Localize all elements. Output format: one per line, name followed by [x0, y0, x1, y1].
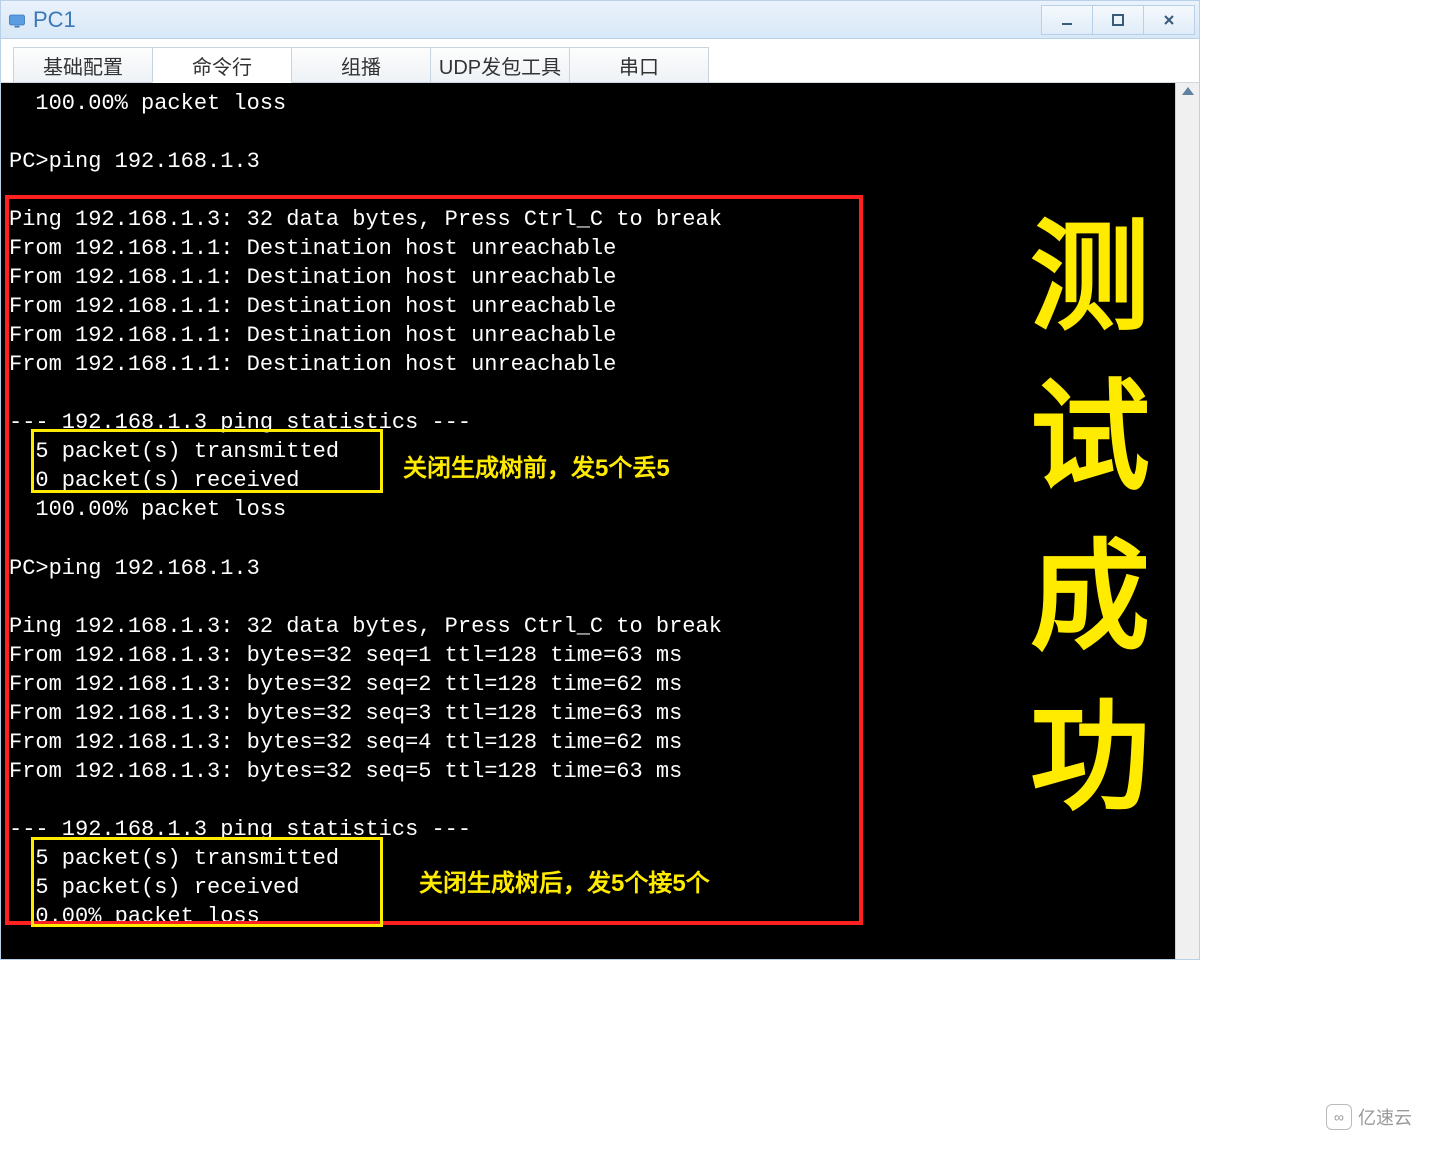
watermark: ∞ 亿速云	[1326, 1104, 1412, 1130]
tabbar: 基础配置 命令行 组播 UDP发包工具 串口	[1, 39, 1199, 83]
scroll-up-icon[interactable]	[1182, 87, 1194, 95]
watermark-icon: ∞	[1326, 1104, 1352, 1130]
minimize-button[interactable]	[1041, 5, 1093, 35]
tab-serial[interactable]: 串口	[569, 47, 709, 83]
tab-multicast[interactable]: 组播	[291, 47, 431, 83]
tab-udp-tool[interactable]: UDP发包工具	[430, 47, 570, 83]
terminal-wrap: 100.00% packet loss PC>ping 192.168.1.3 …	[1, 83, 1199, 959]
titlebar: PC1	[1, 1, 1199, 39]
app-window: PC1 基础配置 命令行 组播 UDP发包工具 串口 100.00% packe…	[0, 0, 1200, 960]
tab-command-line[interactable]: 命令行	[152, 47, 292, 83]
window-controls	[1042, 5, 1195, 35]
close-button[interactable]	[1143, 5, 1195, 35]
maximize-button[interactable]	[1092, 5, 1144, 35]
app-icon	[7, 10, 27, 30]
tab-basic-config[interactable]: 基础配置	[13, 47, 153, 83]
window-title: PC1	[33, 7, 76, 33]
scrollbar[interactable]	[1175, 83, 1199, 959]
watermark-text: 亿速云	[1358, 1104, 1412, 1130]
terminal-output[interactable]: 100.00% packet loss PC>ping 192.168.1.3 …	[1, 83, 1175, 959]
title-left: PC1	[7, 7, 76, 33]
